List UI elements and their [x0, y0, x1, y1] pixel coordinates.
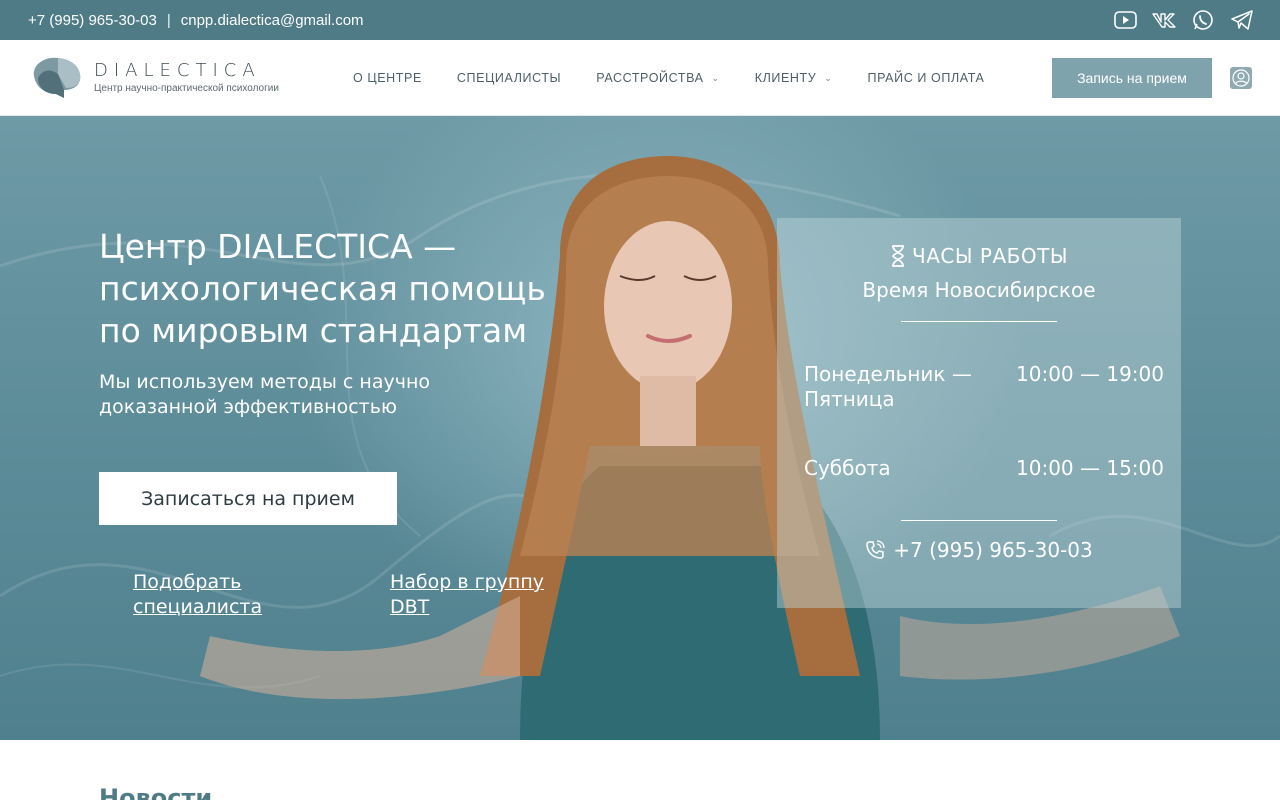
site-header: DIALECTICA Центр научно-практической пси…	[0, 40, 1280, 116]
vk-icon[interactable]	[1152, 8, 1176, 32]
dbt-group-link[interactable]: Набор в группу DBT	[390, 570, 570, 620]
working-hours-card: ЧАСЫ РАБОТЫ Время Новосибирское Понедель…	[777, 218, 1181, 608]
telegram-icon[interactable]	[1230, 8, 1254, 32]
chevron-down-icon: ⌄	[824, 72, 833, 83]
nav-disorders[interactable]: РАССТРОЙСТВА ⌄	[596, 71, 719, 85]
main-nav: О ЦЕНТРЕ СПЕЦИАЛИСТЫ РАССТРОЙСТВА ⌄ КЛИЕН…	[353, 40, 1019, 116]
nav-specialists-label: СПЕЦИАЛИСТЫ	[456, 71, 562, 85]
logo-title: DIALECTICA	[94, 60, 261, 81]
chevron-down-icon: ⌄	[711, 72, 720, 83]
top-contact-bar: +7 (995) 965-30-03 | cnpp.dialectica@gma…	[0, 0, 1280, 40]
phone-icon	[866, 540, 885, 559]
hours-phone-text: +7 (995) 965-30-03	[893, 538, 1093, 562]
topbar-email[interactable]: cnpp.dialectica@gmail.com	[181, 12, 364, 29]
book-appointment-button[interactable]: Запись на прием	[1052, 58, 1212, 98]
nav-prices-label: ПРАЙС И ОПЛАТА	[867, 71, 985, 85]
weekdays-time: 10:00 — 19:00	[1016, 362, 1164, 386]
user-account-icon[interactable]	[1230, 67, 1252, 89]
find-specialist-link[interactable]: Подобрать специалиста	[133, 570, 313, 620]
news-heading: Новости	[99, 784, 213, 800]
nav-disorders-label: РАССТРОЙСТВА	[596, 71, 704, 85]
hours-title: ЧАСЫ РАБОТЫ	[777, 244, 1181, 268]
whatsapp-icon[interactable]	[1191, 8, 1215, 32]
weekdays-label: Понедельник — Пятница	[804, 362, 972, 411]
nav-about-label: О ЦЕНТРЕ	[353, 71, 422, 85]
logo[interactable]: DIALECTICA Центр научно-практической пси…	[28, 54, 279, 100]
saturday-label: Суббота	[804, 456, 891, 480]
divider	[901, 321, 1057, 322]
divider	[901, 520, 1057, 521]
brain-logo-icon	[33, 57, 81, 98]
hours-timezone: Время Новосибирское	[862, 278, 1096, 302]
youtube-icon[interactable]	[1113, 8, 1137, 32]
topbar-phone[interactable]: +7 (995) 965-30-03	[28, 12, 157, 29]
hours-phone[interactable]: +7 (995) 965-30-03	[777, 538, 1181, 562]
topbar-separator: |	[166, 11, 171, 29]
nav-client[interactable]: КЛИЕНТУ ⌄	[755, 71, 833, 85]
hours-title-text: ЧАСЫ РАБОТЫ	[912, 244, 1068, 268]
hero-subtitle: Мы используем методы с научно доказанной…	[99, 371, 430, 418]
social-links	[1113, 8, 1254, 32]
hourglass-icon	[892, 245, 905, 267]
nav-specialists[interactable]: СПЕЦИАЛИСТЫ	[457, 71, 561, 85]
hero-section: Центр DIALECTICA — психологическая помощ…	[0, 116, 1280, 740]
hero-book-button[interactable]: Записаться на прием	[99, 472, 397, 525]
saturday-time: 10:00 — 15:00	[1016, 456, 1164, 480]
hero-title: Центр DIALECTICA — психологическая помощ…	[99, 227, 546, 350]
nav-prices[interactable]: ПРАЙС И ОПЛАТА	[867, 71, 984, 85]
nav-about[interactable]: О ЦЕНТРЕ	[353, 71, 422, 85]
nav-client-label: КЛИЕНТУ	[754, 71, 817, 85]
logo-subtitle: Центр научно-практической психологии	[94, 83, 279, 94]
